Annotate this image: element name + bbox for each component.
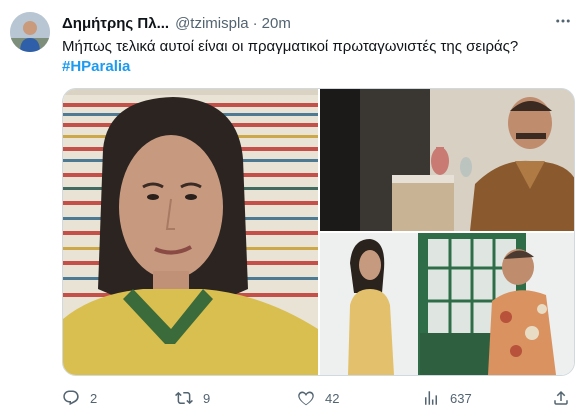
views-icon	[425, 391, 437, 405]
media-image-man-interior[interactable]	[320, 89, 574, 231]
display-name[interactable]: Δημήτρης Πλ...	[62, 15, 169, 32]
like-button[interactable]: 42	[297, 386, 339, 410]
avatar[interactable]	[10, 12, 50, 52]
tweet-card[interactable]: Δημήτρης Πλ... @tzimispla · 20m Μήπως τε…	[0, 0, 587, 416]
views-button[interactable]: 637	[422, 386, 472, 410]
media-image-woman-closeup[interactable]	[63, 89, 318, 375]
retweet-icon	[175, 391, 193, 405]
retweet-button[interactable]: 9	[175, 386, 210, 410]
tweet-header: Δημήτρης Πλ... @tzimispla · 20m	[62, 13, 291, 33]
share-icon	[554, 390, 568, 405]
reply-button[interactable]: 2	[62, 386, 97, 410]
like-count: 42	[325, 390, 340, 406]
timestamp[interactable]: 20m	[262, 15, 291, 32]
more-icon[interactable]	[551, 11, 575, 31]
reply-icon	[63, 390, 79, 406]
heart-icon	[298, 391, 314, 406]
view-count: 637	[450, 390, 472, 406]
hashtag-link[interactable]: #HParalia	[62, 57, 130, 77]
media-grid	[62, 88, 575, 376]
action-bar: 2 9 42 637	[62, 386, 582, 410]
reply-count: 2	[90, 390, 98, 406]
media-image-couple-doorway[interactable]	[320, 233, 574, 375]
user-handle[interactable]: @tzimispla	[175, 15, 249, 32]
tweet-text: Μήπως τελικά αυτοί είναι οι πραγματικοί …	[62, 38, 519, 55]
retweet-count: 9	[203, 390, 211, 406]
separator-dot: ·	[252, 14, 258, 32]
share-button[interactable]	[552, 386, 580, 410]
